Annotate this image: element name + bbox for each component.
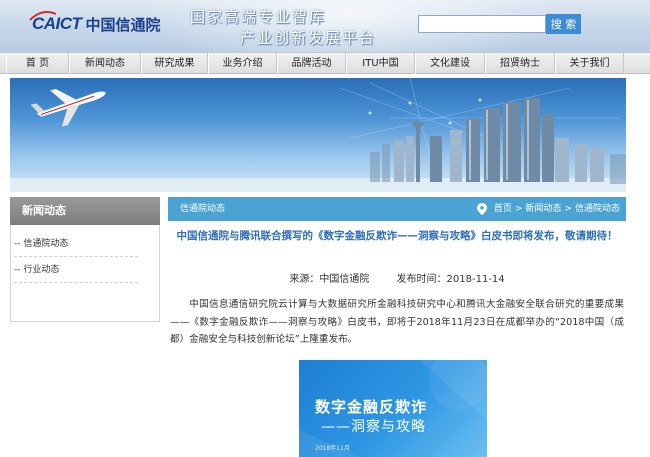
search-button[interactable]: 搜 索	[546, 14, 581, 34]
breadcrumb-current[interactable]: 信通院动态	[575, 197, 620, 221]
nav-research[interactable]: 研究成果	[141, 53, 208, 74]
airplane-icon	[30, 88, 106, 127]
breadcrumb-bar: 信通院动态 首页 > 新闻动态 > 信通院动态	[168, 197, 626, 221]
logo-cn-text: 中国信通院	[85, 15, 161, 34]
cover-subtitle: ——洞察与攻略	[321, 419, 426, 435]
article-body: 中国信息通信研究院云计算与大数据研究所金融科技研究中心和腾讯大金融安全联合研究的…	[170, 299, 624, 345]
site-header: CAICT 中国信通院 国家高端专业智库 产业创新发展平台 搜 索	[0, 0, 650, 52]
breadcrumb: 首页 > 新闻动态 > 信通院动态	[476, 197, 620, 221]
article-title: 中国信通院与腾讯联合撰写的《数字金融反欺诈——洞察与攻略》白皮书即将发布，敬请期…	[176, 230, 618, 242]
slogan-line1: 国家高端专业智库	[190, 8, 327, 26]
breadcrumb-sep: >	[514, 204, 523, 214]
article-source: 来源：中国信通院	[289, 274, 370, 285]
location-pin-icon	[476, 203, 487, 215]
banner-art	[10, 78, 626, 192]
logo-swoosh-icon	[29, 11, 57, 21]
logo-mark: CAICT	[29, 11, 82, 34]
section-title: 信通院动态	[180, 204, 226, 214]
article-date: 发布时间：2018-11-14	[396, 274, 505, 285]
breadcrumb-sep: >	[564, 204, 572, 214]
nav-news[interactable]: 新闻动态	[69, 53, 141, 74]
breadcrumb-home[interactable]: 首页	[494, 197, 512, 221]
breadcrumb-news[interactable]: 新闻动态	[525, 197, 561, 221]
nav-about[interactable]: 关于我们	[555, 53, 624, 74]
hero-banner	[10, 78, 626, 192]
nav-itu-china[interactable]: ITU中国	[346, 53, 415, 74]
nav-culture[interactable]: 文化建设	[415, 53, 485, 74]
main-nav: 首 页 新闻动态 研究成果 业务介绍 品牌活动 ITU中国 文化建设 招贤纳士 …	[0, 52, 650, 74]
cover-title: 数字金融反欺诈	[315, 398, 428, 416]
whitepaper-cover-image: 数字金融反欺诈 ——洞察与攻略 2018年11月	[299, 360, 487, 457]
sidebar-heading: 新闻动态	[10, 197, 160, 225]
logo[interactable]: CAICT 中国信通院	[29, 11, 161, 36]
nav-home[interactable]: 首 页	[6, 53, 69, 74]
nav-business[interactable]: 业务介绍	[208, 53, 277, 74]
sidebar-item-caict-news[interactable]: -- 信通院动态	[14, 233, 138, 257]
nav-careers[interactable]: 招贤纳士	[485, 53, 555, 74]
search-input[interactable]	[418, 15, 546, 33]
nav-events[interactable]: 品牌活动	[277, 53, 346, 74]
sidebar-item-industry-news[interactable]: -- 行业动态	[14, 259, 138, 283]
slogan-line2: 产业创新发展平台	[240, 29, 377, 47]
article-meta: 来源：中国信通院 发布时间：2018-11-14	[168, 270, 626, 285]
cover-date: 2018年11月	[315, 445, 350, 452]
